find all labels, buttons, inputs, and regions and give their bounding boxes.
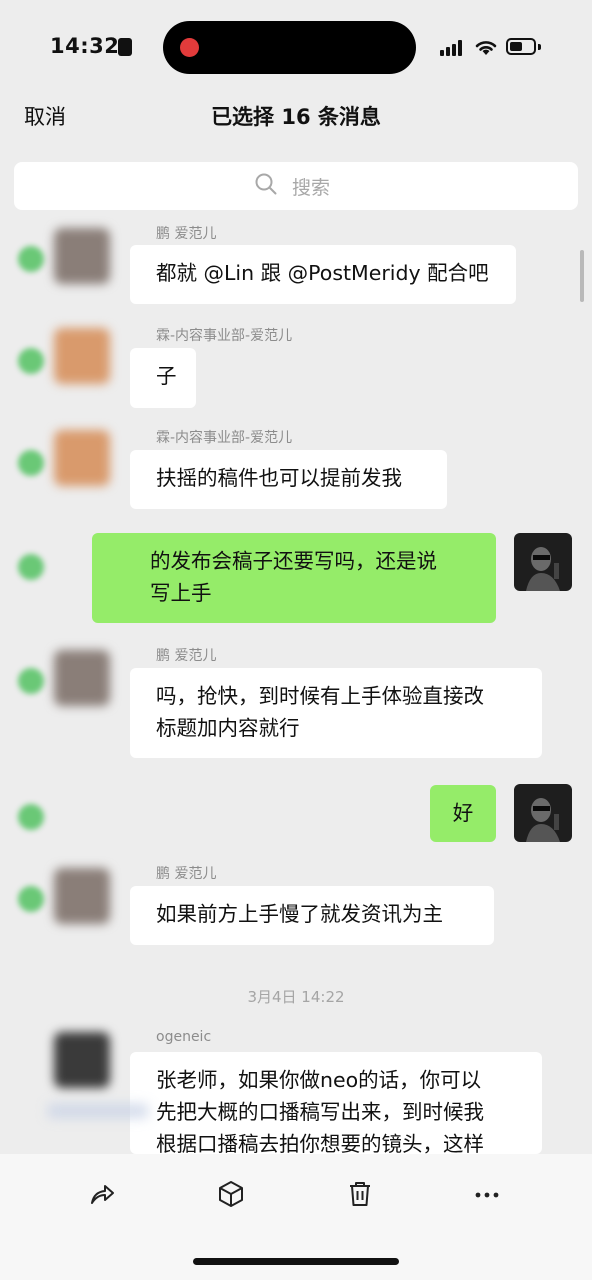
recording-icon (180, 38, 199, 57)
message-bubble[interactable]: 都就 @Lin 跟 @PostMeridy 配合吧 (130, 245, 516, 304)
my-avatar[interactable] (514, 533, 572, 591)
message-bubble[interactable]: 吗，抢快，到时候有上手体验直接改 标题加内容就行 (130, 668, 542, 758)
chat-timestamp: 3月4日 14:22 (247, 988, 345, 1006)
home-indicator (193, 1258, 399, 1265)
more-icon (475, 1192, 499, 1198)
page-title: 已选择 16 条消息 (211, 105, 381, 129)
avatar[interactable] (54, 650, 110, 706)
message-bubble[interactable]: 子 (130, 348, 196, 408)
status-time: 14:32 (50, 34, 120, 58)
my-message-bubble[interactable]: 好 (430, 785, 496, 842)
dynamic-island (163, 21, 416, 74)
select-check[interactable] (18, 246, 44, 272)
id-card-icon (118, 38, 132, 56)
select-check[interactable] (18, 804, 44, 830)
sender-name: 鹏 爱范儿 (156, 866, 217, 882)
avatar[interactable] (54, 868, 110, 924)
portrait-icon (526, 798, 560, 842)
message-bubble[interactable]: 张老师，如果你做neo的话，你可以 先把大概的口播稿写出来，到时候我 根据口播稿… (130, 1052, 542, 1154)
favorite-button[interactable] (211, 1174, 251, 1214)
select-check[interactable] (18, 450, 44, 476)
my-avatar[interactable] (514, 784, 572, 842)
scrollbar[interactable] (580, 250, 584, 302)
box-icon (219, 1181, 243, 1207)
share-icon (91, 1185, 114, 1204)
sender-name: 霖-内容事业部-爱范儿 (156, 430, 293, 446)
message-bubble[interactable]: 扶摇的稿件也可以提前发我 (130, 450, 447, 509)
select-check[interactable] (18, 554, 44, 580)
delete-button[interactable] (340, 1174, 380, 1214)
share-button[interactable] (82, 1174, 122, 1214)
search-icon (255, 173, 277, 195)
signal-icon (440, 40, 466, 56)
avatar[interactable] (54, 430, 110, 486)
select-check[interactable] (18, 886, 44, 912)
avatar[interactable] (54, 328, 110, 384)
my-message-bubble[interactable]: 的发布会稿子还要写吗，还是说 写上手 (92, 533, 496, 623)
sender-name: 鹏 爱范儿 (156, 648, 217, 664)
trash-icon (350, 1182, 370, 1206)
select-check[interactable] (18, 348, 44, 374)
battery-icon (506, 38, 536, 55)
battery-tip (538, 44, 541, 50)
more-button[interactable] (467, 1174, 507, 1214)
sender-name: 霖-内容事业部-爱范儿 (156, 328, 293, 344)
search-placeholder: 搜索 (292, 177, 331, 199)
avatar[interactable] (54, 228, 110, 284)
wifi-icon (475, 41, 497, 55)
sender-name: 鹏 爱范儿 (156, 226, 217, 242)
sender-name: ogeneic (156, 1029, 212, 1045)
message-bubble[interactable]: 如果前方上手慢了就发资讯为主 (130, 886, 494, 945)
blurred-text (48, 1104, 148, 1118)
portrait-icon (526, 547, 560, 591)
avatar[interactable] (54, 1032, 110, 1088)
select-check[interactable] (18, 668, 44, 694)
